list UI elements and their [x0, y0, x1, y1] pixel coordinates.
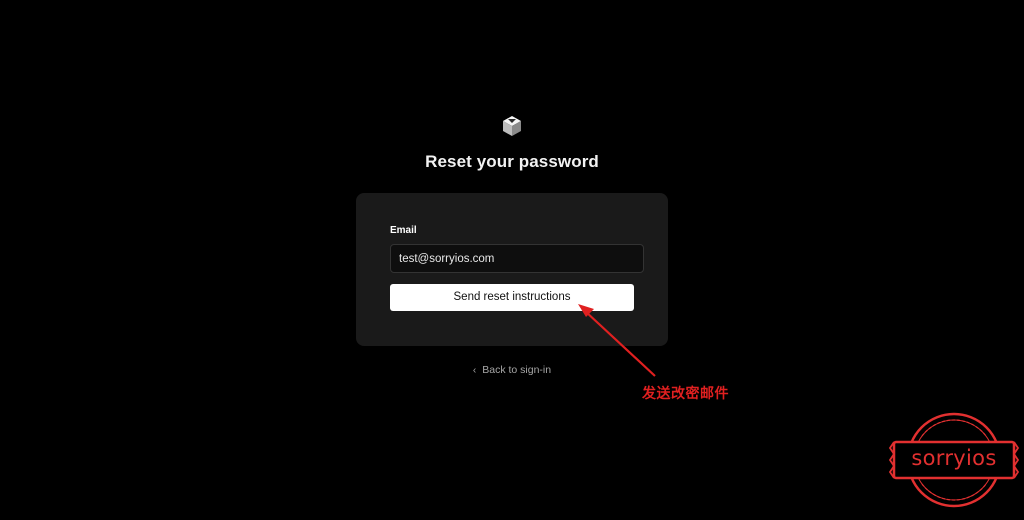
page-title: Reset your password [425, 152, 599, 171]
chevron-left-icon: ‹ [472, 365, 477, 376]
back-link-label: Back to sign-in [482, 364, 552, 376]
email-label: Email [390, 225, 417, 236]
cube-logo-icon [503, 116, 521, 136]
reset-form-card: Email Send reset instructions [356, 193, 668, 346]
email-field[interactable] [390, 244, 644, 273]
annotation-label: 发送改密邮件 [642, 385, 729, 401]
back-to-sign-in-link[interactable]: ‹ Back to sign-in [0, 364, 1024, 376]
reset-password-page: Reset your password Email Send reset ins… [0, 0, 1024, 520]
send-reset-instructions-button[interactable]: Send reset instructions [390, 284, 634, 311]
watermark-text: sorryios [911, 446, 997, 470]
